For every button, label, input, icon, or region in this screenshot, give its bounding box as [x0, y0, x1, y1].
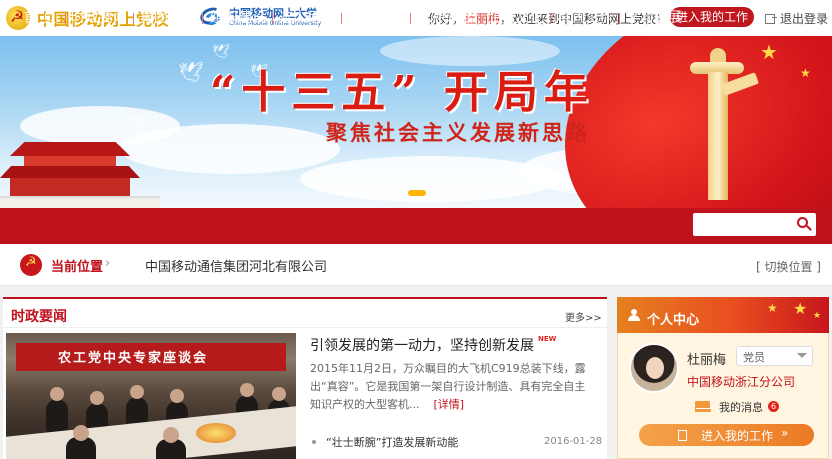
star-icon: ★: [760, 40, 778, 64]
news-list-item-date: 2016-01-28: [544, 436, 603, 447]
user-icon: [628, 309, 640, 321]
nav-item-personnel[interactable]: 选人用人: [279, 0, 335, 36]
news-more-link[interactable]: 更多>>: [565, 309, 602, 324]
search-box: [693, 213, 816, 236]
divider: [3, 327, 607, 328]
banner-subline: 聚焦社会主义发展新思路: [326, 121, 590, 145]
nav-item-learning[interactable]: 学习发展: [626, 0, 682, 36]
carousel-dot-active[interactable]: [408, 190, 426, 196]
banner-headline: “十三五” 开局年: [210, 67, 594, 118]
page: 中国移动网上党校 中国移动网上大学 China Mobile Online Un…: [0, 0, 832, 459]
profile-name: 杜丽梅: [687, 353, 727, 368]
nav-item-group-info[interactable]: 集团信息: [140, 0, 196, 36]
switch-location-link[interactable]: [ 切换位置 ]: [756, 258, 821, 275]
enter-my-work-button[interactable]: 进入我的工作: [670, 7, 754, 27]
nav-item-organization[interactable]: 组织建设: [210, 0, 266, 36]
search-icon[interactable]: [794, 215, 814, 234]
logout-link[interactable]: 退出登录: [765, 10, 828, 27]
avatar[interactable]: [629, 343, 679, 393]
featured-news-summary: 2015年11月2日，万众瞩目的大飞机C919总装下线，露出“真容”。它是我国第…: [310, 360, 596, 414]
search-input[interactable]: [697, 215, 787, 234]
chevron-down-icon: [797, 353, 807, 358]
featured-news-title[interactable]: 引领发展的第一动力，坚持创新发展: [310, 335, 534, 355]
news-photo[interactable]: 农工党中央专家座谈会: [6, 333, 296, 459]
news-detail-link[interactable]: [详情]: [434, 398, 465, 411]
new-badge: NEW: [538, 335, 557, 343]
dove-icon: 🕊: [178, 60, 204, 84]
location-label: 当前位置: [51, 260, 104, 275]
nav-item-party-conduct[interactable]: 党风建设: [348, 0, 404, 36]
star-icon: ★: [800, 66, 811, 80]
party-emblem-icon: [20, 254, 42, 276]
nav-item-current-affairs[interactable]: 时政要闻: [71, 0, 127, 36]
huabiao-pillar-graphic: [690, 48, 759, 200]
location-value: 中国移动通信集团河北有限公司: [145, 260, 328, 275]
flower-arrangement: [196, 423, 236, 443]
double-chevron-right-icon: »: [781, 426, 789, 440]
tiananmen-graphic: [0, 138, 160, 208]
nav-item-mass-work[interactable]: 群团工作: [557, 0, 613, 36]
nav-item-home[interactable]: 首 页: [24, 0, 56, 36]
personal-enter-work-label[interactable]: 进入我的工作: [701, 427, 773, 444]
profile-company: 中国移动浙江分公司: [687, 375, 796, 389]
bullet-icon: [312, 440, 316, 444]
document-icon: [678, 430, 687, 441]
nav-item-culture[interactable]: 企业文化: [488, 0, 544, 36]
chevron-right-icon: ›: [105, 256, 111, 271]
location-bar: [0, 244, 832, 286]
nav-item-ideology[interactable]: 思想政治: [418, 0, 474, 36]
news-list-item-title[interactable]: “壮士断腕”打造发展新动能: [326, 434, 458, 450]
logout-label: 退出登录: [780, 12, 829, 26]
news-section-title[interactable]: 时政要闻: [11, 306, 67, 326]
role-select-value: 党员: [743, 351, 765, 364]
logout-icon: [765, 13, 777, 24]
dove-icon: 🕊: [130, 116, 146, 130]
envelope-icon: [695, 401, 711, 412]
photo-banner-text: 农工党中央专家座谈会: [58, 351, 209, 366]
personal-center-title: 个人中心: [647, 313, 700, 328]
my-messages-link[interactable]: 我的消息: [719, 399, 763, 415]
message-count-badge: 6: [768, 401, 779, 412]
